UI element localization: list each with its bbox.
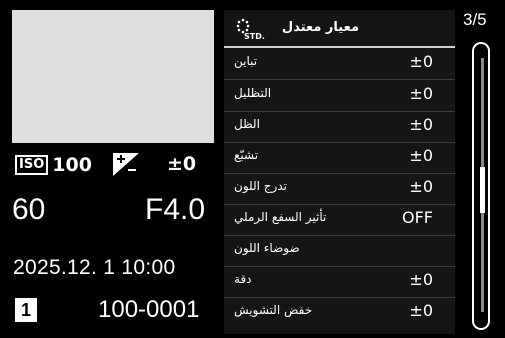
menu-item-label: تباين [234,54,258,68]
menu-item-noise-reduction[interactable]: خفض التشويش ±0 [224,297,455,328]
menu-item-label: خفض التشويش [234,303,313,317]
menu-item-color-noise[interactable]: ضوضاء اللون [224,235,455,267]
menu-item-label: تشبّع [234,148,259,162]
iso-setting: ISO 100 [15,154,92,176]
aperture-value: F4.0 [145,193,206,226]
menu-header: STD. معيار معتدل [224,10,455,48]
menu-item-value: ±0 [409,115,433,134]
iso-value: 100 [52,154,92,176]
menu-item-grain-effect[interactable]: تأثير السفع الرملي OFF [224,204,455,236]
scrollbar-thumb[interactable] [480,167,485,213]
page-indicator: 3/5 [463,10,487,29]
menu-item-label: التظليل [234,86,272,100]
menu-item-hue[interactable]: تدرج اللون ±0 [224,173,455,205]
iso-icon: ISO [15,155,49,175]
menu-item-value: ±0 [409,270,433,289]
image-preview [12,10,214,143]
menu-item-label: دقة [234,272,252,286]
menu-item-label: تدرج اللون [234,179,287,193]
menu-item-sharpness[interactable]: دقة ±0 [224,266,455,298]
menu-title: معيار معتدل [281,20,359,35]
menu-item-value: ±0 [409,84,433,103]
menu-item-value: OFF [402,208,433,227]
standard-style-icon: STD. [235,17,271,41]
menu-item-saturation[interactable]: تشبّع ±0 [224,142,455,174]
menu-item-shadow[interactable]: الظل ±0 [224,111,455,143]
exposure-compensation-value: ±0 [167,153,197,175]
menu-item-label: ضوضاء اللون [234,241,300,255]
menu-item-label: تأثير السفع الرملي [234,210,327,224]
menu-item-value: ±0 [409,52,433,71]
exposure-compensation-icon [113,153,139,176]
shutter-speed: 60 [12,193,46,226]
menu-item-value: ±0 [409,177,433,196]
scrollbar[interactable] [472,42,490,330]
menu-item-contrast[interactable]: تباين ±0 [224,48,455,80]
standard-style-label: STD. [244,32,265,41]
menu-item-highlight[interactable]: التظليل ±0 [224,80,455,112]
menu-item-label: الظل [234,117,260,131]
card-slot-icon: 1 [15,298,37,322]
date-time: 2025.12. 1 10:00 [13,256,176,279]
photo-style-menu: STD. معيار معتدل تباين ±0 التظليل ±0 الظ… [224,10,455,334]
menu-item-value: ±0 [409,146,433,165]
menu-item-value: ±0 [409,301,433,320]
file-number: 100-0001 [98,296,200,323]
